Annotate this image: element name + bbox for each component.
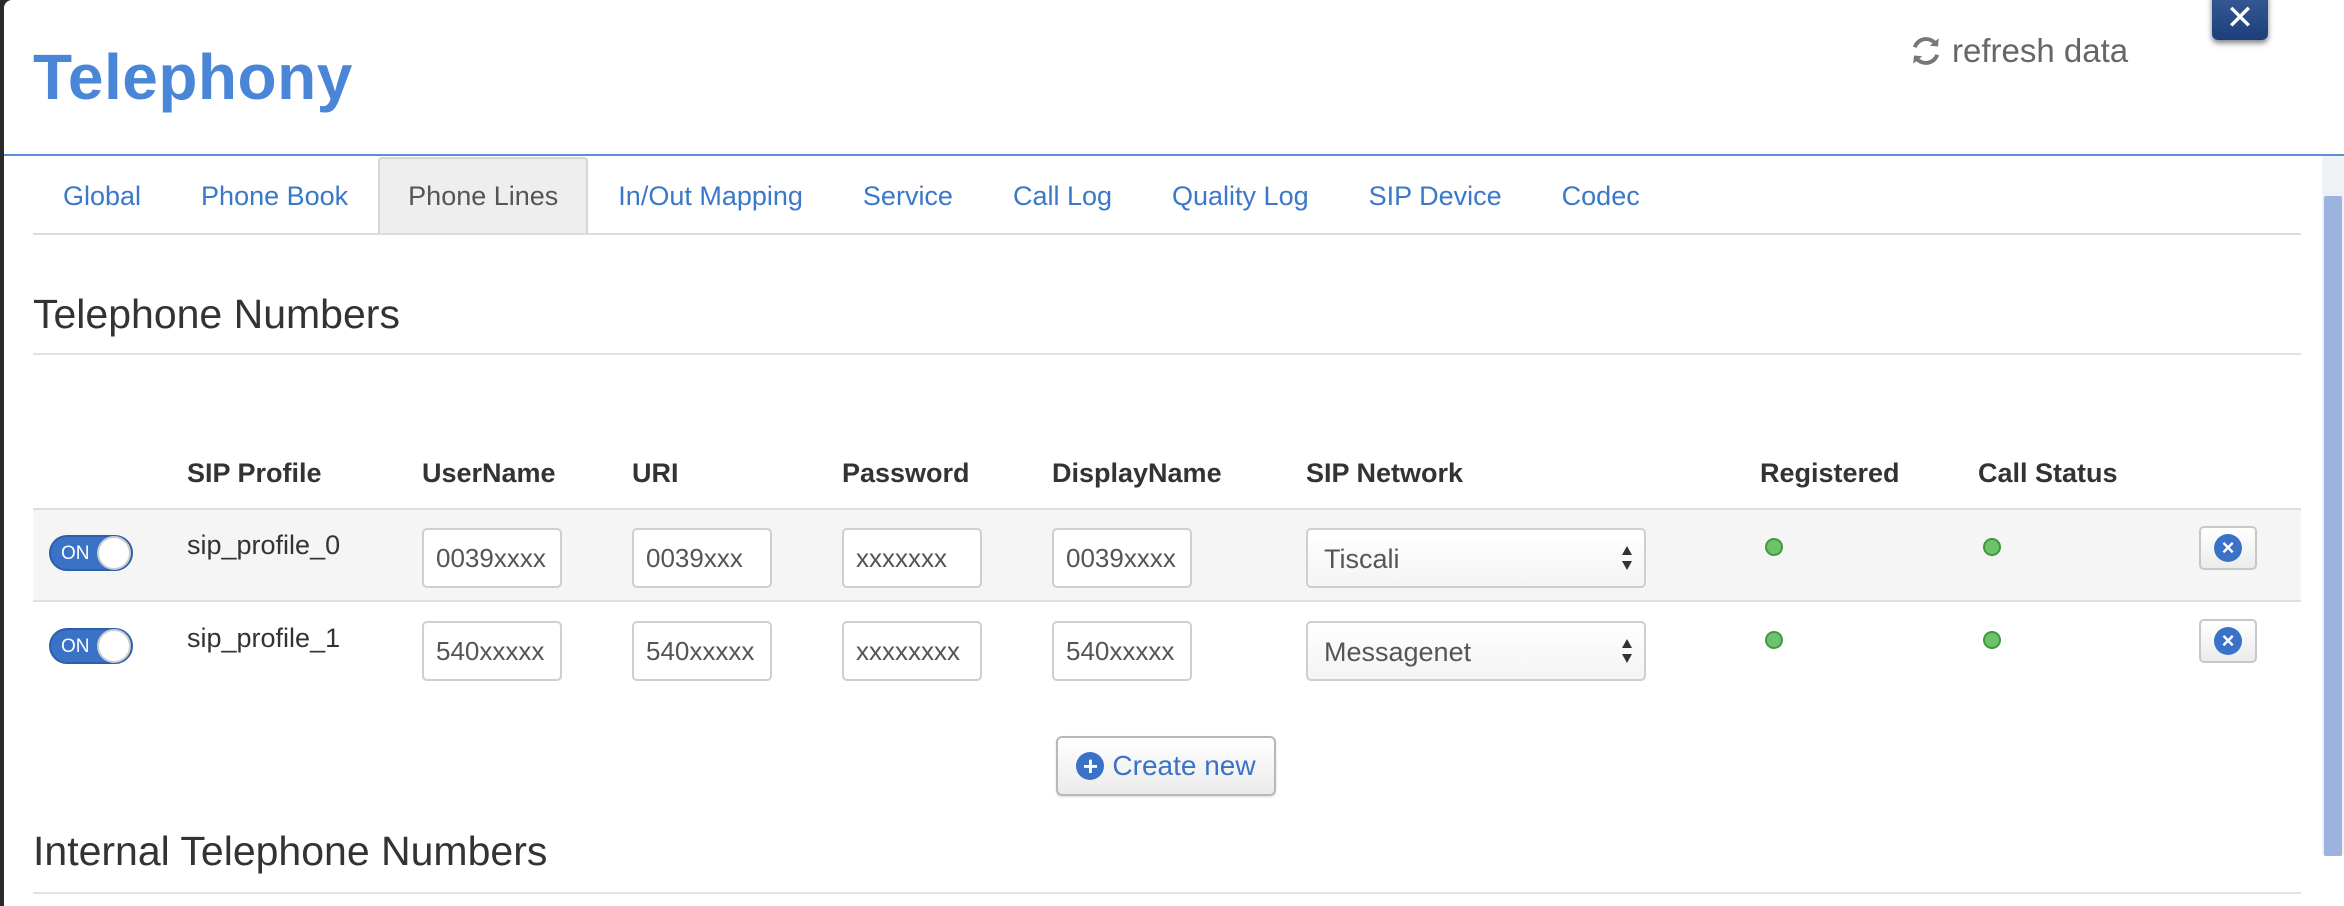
create-new-button[interactable]: + Create new <box>1056 736 1276 796</box>
page-title: Telephony <box>33 41 353 113</box>
displayname-input[interactable] <box>1052 621 1192 681</box>
password-input[interactable] <box>842 621 982 681</box>
column-header-sip-network: SIP Network <box>1306 458 1464 488</box>
table-row: ON sip_profile_0 Tiscali × <box>33 508 2301 602</box>
displayname-input[interactable] <box>1052 528 1192 588</box>
tab-global[interactable]: Global <box>33 157 171 233</box>
tab-service[interactable]: Service <box>833 157 983 233</box>
registered-status-indicator <box>1765 538 1783 556</box>
password-input[interactable] <box>842 528 982 588</box>
section-divider <box>33 353 2301 355</box>
column-header-uri: URI <box>632 458 679 488</box>
table-row: ON sip_profile_1 Messagenet × <box>33 603 2301 697</box>
telephone-numbers-heading: Telephone Numbers <box>33 291 400 337</box>
tab-quality-log[interactable]: Quality Log <box>1142 157 1339 233</box>
tab-call-log[interactable]: Call Log <box>983 157 1142 233</box>
column-header-registered: Registered <box>1760 458 1900 488</box>
call-status-indicator <box>1983 538 2001 556</box>
line-enabled-toggle[interactable]: ON <box>49 535 133 571</box>
uri-input[interactable] <box>632 621 772 681</box>
username-input[interactable] <box>422 528 562 588</box>
tab-in-out-mapping[interactable]: In/Out Mapping <box>588 157 833 233</box>
column-header-username: UserName <box>422 458 556 488</box>
toggle-knob <box>97 536 131 570</box>
refresh-label: refresh data <box>1952 32 2129 69</box>
tab-codec[interactable]: Codec <box>1532 157 1670 233</box>
sip-network-select[interactable]: Messagenet <box>1306 621 1646 681</box>
select-arrows-icon <box>1622 546 1632 570</box>
telephony-modal: Telephony refresh data Global Phone Book… <box>4 0 2344 906</box>
tab-sip-device[interactable]: SIP Device <box>1339 157 1532 233</box>
column-header-sip-profile: SIP Profile <box>187 458 322 488</box>
delete-line-button[interactable]: × <box>2199 619 2257 663</box>
scrollbar[interactable] <box>2322 156 2344 856</box>
uri-input[interactable] <box>632 528 772 588</box>
toggle-label: ON <box>61 636 90 657</box>
delete-line-button[interactable]: × <box>2199 526 2257 570</box>
refresh-icon <box>1912 37 1940 65</box>
remove-icon: × <box>2214 627 2242 655</box>
registered-status-indicator <box>1765 631 1783 649</box>
line-enabled-toggle[interactable]: ON <box>49 628 133 664</box>
scrollbar-thumb[interactable] <box>2324 196 2342 856</box>
close-button[interactable]: ✕ <box>2212 0 2268 40</box>
plus-icon: + <box>1076 752 1105 780</box>
close-icon: ✕ <box>2225 0 2255 37</box>
select-arrows-icon <box>1622 639 1632 663</box>
tab-bar: Global Phone Book Phone Lines In/Out Map… <box>33 157 2301 235</box>
remove-icon: × <box>2214 534 2242 562</box>
sip-profile-name: sip_profile_1 <box>187 623 341 653</box>
section-divider <box>33 892 2301 894</box>
modal-header: Telephony refresh data <box>4 0 2344 156</box>
sip-network-value: Tiscali <box>1324 544 1400 574</box>
username-input[interactable] <box>422 621 562 681</box>
call-status-indicator <box>1983 631 2001 649</box>
sip-network-value: Messagenet <box>1324 637 1472 667</box>
tab-phone-lines[interactable]: Phone Lines <box>378 157 589 233</box>
internal-numbers-heading: Internal Telephone Numbers <box>33 828 548 874</box>
column-header-password: Password <box>842 458 970 488</box>
sip-profile-name: sip_profile_0 <box>187 530 341 560</box>
tab-phone-book[interactable]: Phone Book <box>171 157 378 233</box>
refresh-data-link[interactable]: refresh data <box>1908 32 2128 70</box>
toggle-label: ON <box>61 543 90 564</box>
column-header-call-status: Call Status <box>1978 458 2118 488</box>
sip-network-select[interactable]: Tiscali <box>1306 528 1646 588</box>
column-header-displayname: DisplayName <box>1052 458 1222 488</box>
toggle-knob <box>97 629 131 663</box>
create-new-label: Create new <box>1112 750 1256 781</box>
